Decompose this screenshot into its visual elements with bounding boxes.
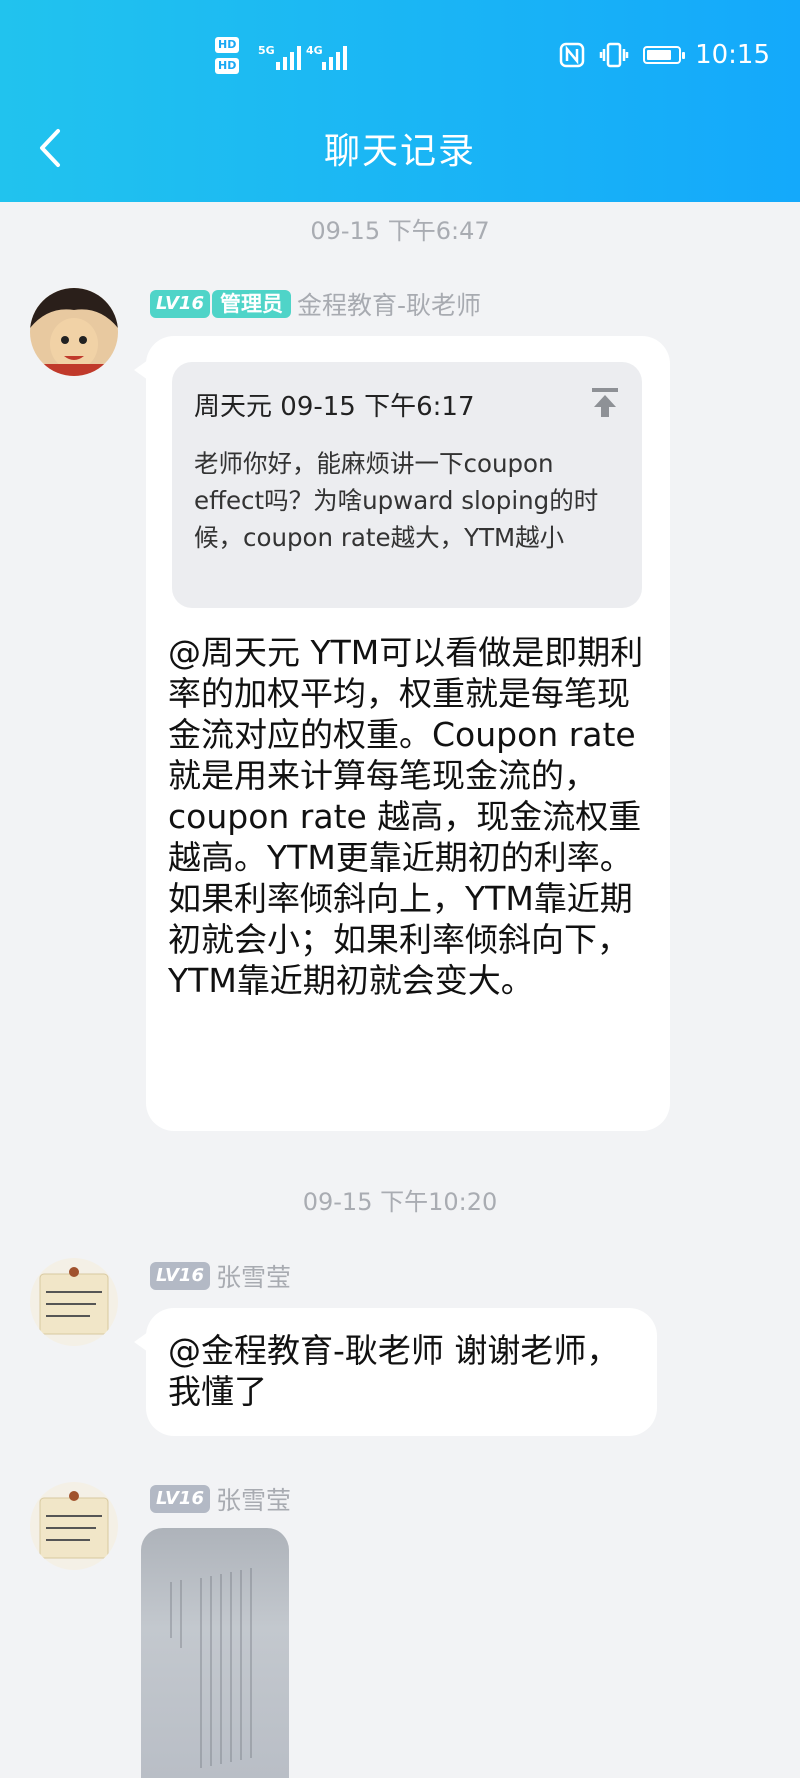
quoted-message[interactable]: 周天元 09-15 下午6:17 老师你好，能麻烦讲一下coupon effec… xyxy=(172,362,642,608)
avatar[interactable] xyxy=(30,1258,118,1346)
message-bubble[interactable]: @金程教育-耿老师 谢谢老师，我懂了 xyxy=(134,1308,657,1436)
sim1-hd-badge: HD xyxy=(215,37,240,53)
image-attachment[interactable] xyxy=(141,1528,289,1778)
app-header: HD HD 5G 4G 10:15 聊天记录 xyxy=(0,0,800,202)
level-badge: LV16 xyxy=(150,1485,210,1513)
avatar[interactable] xyxy=(30,288,118,376)
vibrate-icon xyxy=(599,42,629,68)
jump-to-top-icon[interactable] xyxy=(590,386,620,418)
sender-meta: LV16 管理员 金程教育-耿老师 xyxy=(150,286,481,322)
page-title: 聊天记录 xyxy=(323,131,476,172)
sender-name[interactable]: 金程教育-耿老师 xyxy=(297,286,481,322)
battery-icon xyxy=(643,46,686,64)
timestamp: 09-15 下午10:20 xyxy=(302,1188,498,1216)
sender-name[interactable]: 张雪莹 xyxy=(216,1481,291,1517)
network-4g-label: 4G xyxy=(306,44,323,57)
quote-text: 老师你好，能麻烦讲一下coupon effect吗？为啥upward slopi… xyxy=(194,449,599,552)
level-badge: LV16 xyxy=(150,290,210,318)
status-right: 10:15 xyxy=(559,40,770,70)
admin-badge: 管理员 xyxy=(211,290,291,318)
sim-indicators: HD HD xyxy=(215,36,240,78)
avatar-image xyxy=(30,1482,118,1570)
avatar-image xyxy=(30,288,118,376)
quote-author: 周天元 xyxy=(194,392,273,422)
quote-time: 09-15 下午6:17 xyxy=(280,392,475,422)
sender-name[interactable]: 张雪莹 xyxy=(216,1258,291,1294)
nfc-icon xyxy=(559,42,585,68)
sim2-hd-badge: HD xyxy=(215,58,240,74)
avatar[interactable] xyxy=(30,1482,118,1570)
network-5g-label: 5G xyxy=(258,44,275,57)
level-badge: LV16 xyxy=(150,1262,210,1290)
signal-icon xyxy=(322,44,347,70)
timestamp: 09-15 下午6:47 xyxy=(310,217,490,245)
signal-icon xyxy=(276,44,301,70)
quote-header: 周天元 09-15 下午6:17 xyxy=(194,386,620,423)
clock: 10:15 xyxy=(695,40,770,70)
message-text: @周天元 YTM可以看做是即期利率的加权平均，权重就是每笔现金流对应的权重。Co… xyxy=(168,633,644,1000)
photo-thumbnail xyxy=(170,1568,252,1768)
avatar-image xyxy=(30,1258,118,1346)
sender-meta: LV16 张雪莹 xyxy=(150,1481,291,1517)
message-bubble[interactable]: 周天元 09-15 下午6:17 老师你好，能麻烦讲一下coupon effec… xyxy=(134,336,670,1131)
sender-meta: LV16 张雪莹 xyxy=(150,1258,291,1294)
message-text: @金程教育-耿老师 谢谢老师，我懂了 xyxy=(168,1331,620,1411)
